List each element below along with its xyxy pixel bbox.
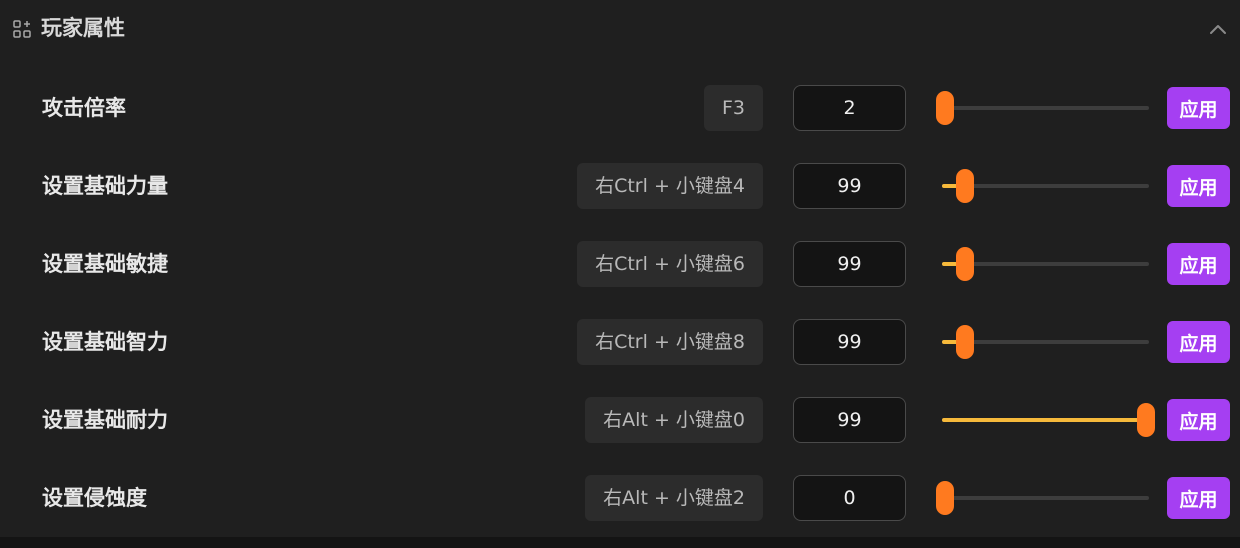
value-slider[interactable] — [942, 395, 1155, 445]
attribute-row: 设置侵蚀度 右Alt + 小键盘2 应用 — [0, 473, 1240, 523]
player-attributes-panel: 玩家属性 攻击倍率 F3 应用 设置基础力量 右Ctrl + 小键盘4 — [0, 0, 1240, 537]
attribute-row: 设置基础智力 右Ctrl + 小键盘8 应用 — [0, 317, 1240, 367]
value-input[interactable] — [793, 163, 906, 209]
bottom-strip — [0, 537, 1240, 548]
slider-thumb[interactable] — [956, 169, 975, 203]
apply-button[interactable]: 应用 — [1167, 87, 1230, 129]
value-input[interactable] — [793, 85, 906, 131]
value-slider[interactable] — [942, 239, 1149, 289]
apply-button[interactable]: 应用 — [1167, 477, 1230, 519]
apply-button[interactable]: 应用 — [1167, 321, 1230, 363]
slider-thumb[interactable] — [956, 247, 975, 281]
slider-thumb[interactable] — [1137, 403, 1155, 437]
attribute-label: 设置侵蚀度 — [42, 486, 147, 510]
attribute-label: 攻击倍率 — [42, 96, 126, 120]
slider-track — [942, 106, 1149, 110]
section-title: 玩家属性 — [41, 16, 125, 40]
value-input[interactable] — [793, 397, 906, 443]
attribute-row: 设置基础敏捷 右Ctrl + 小键盘6 应用 — [0, 239, 1240, 289]
apply-button[interactable]: 应用 — [1167, 243, 1230, 285]
attribute-row: 设置基础耐力 右Alt + 小键盘0 应用 — [0, 395, 1240, 445]
value-input[interactable] — [793, 475, 906, 521]
slider-thumb[interactable] — [956, 325, 975, 359]
hotkey-badge: 右Alt + 小键盘0 — [585, 397, 763, 443]
attribute-row: 设置基础力量 右Ctrl + 小键盘4 应用 — [0, 161, 1240, 211]
slider-fill — [942, 418, 1146, 422]
value-slider[interactable] — [936, 83, 1149, 133]
attribute-label: 设置基础耐力 — [42, 408, 168, 432]
value-slider[interactable] — [942, 317, 1149, 367]
hotkey-badge: 右Alt + 小键盘2 — [585, 475, 763, 521]
chevron-up-icon[interactable] — [1208, 20, 1228, 40]
apply-button[interactable]: 应用 — [1167, 399, 1230, 441]
value-input[interactable] — [793, 241, 906, 287]
slider-thumb[interactable] — [936, 481, 954, 515]
hotkey-badge: F3 — [703, 85, 763, 131]
hotkey-badge: 右Ctrl + 小键盘8 — [577, 319, 763, 365]
slider-track — [942, 496, 1149, 500]
attribute-label: 设置基础敏捷 — [42, 252, 168, 276]
apply-button[interactable]: 应用 — [1167, 165, 1230, 207]
hotkey-badge: 右Ctrl + 小键盘4 — [577, 163, 763, 209]
value-slider[interactable] — [942, 161, 1149, 211]
category-add-icon — [13, 20, 31, 38]
section-header[interactable]: 玩家属性 — [0, 0, 1240, 58]
attribute-row: 攻击倍率 F3 应用 — [0, 83, 1240, 133]
slider-thumb[interactable] — [936, 91, 954, 125]
attribute-label: 设置基础力量 — [42, 174, 168, 198]
hotkey-badge: 右Ctrl + 小键盘6 — [577, 241, 763, 287]
value-input[interactable] — [793, 319, 906, 365]
value-slider[interactable] — [936, 473, 1149, 523]
attribute-label: 设置基础智力 — [42, 330, 168, 354]
